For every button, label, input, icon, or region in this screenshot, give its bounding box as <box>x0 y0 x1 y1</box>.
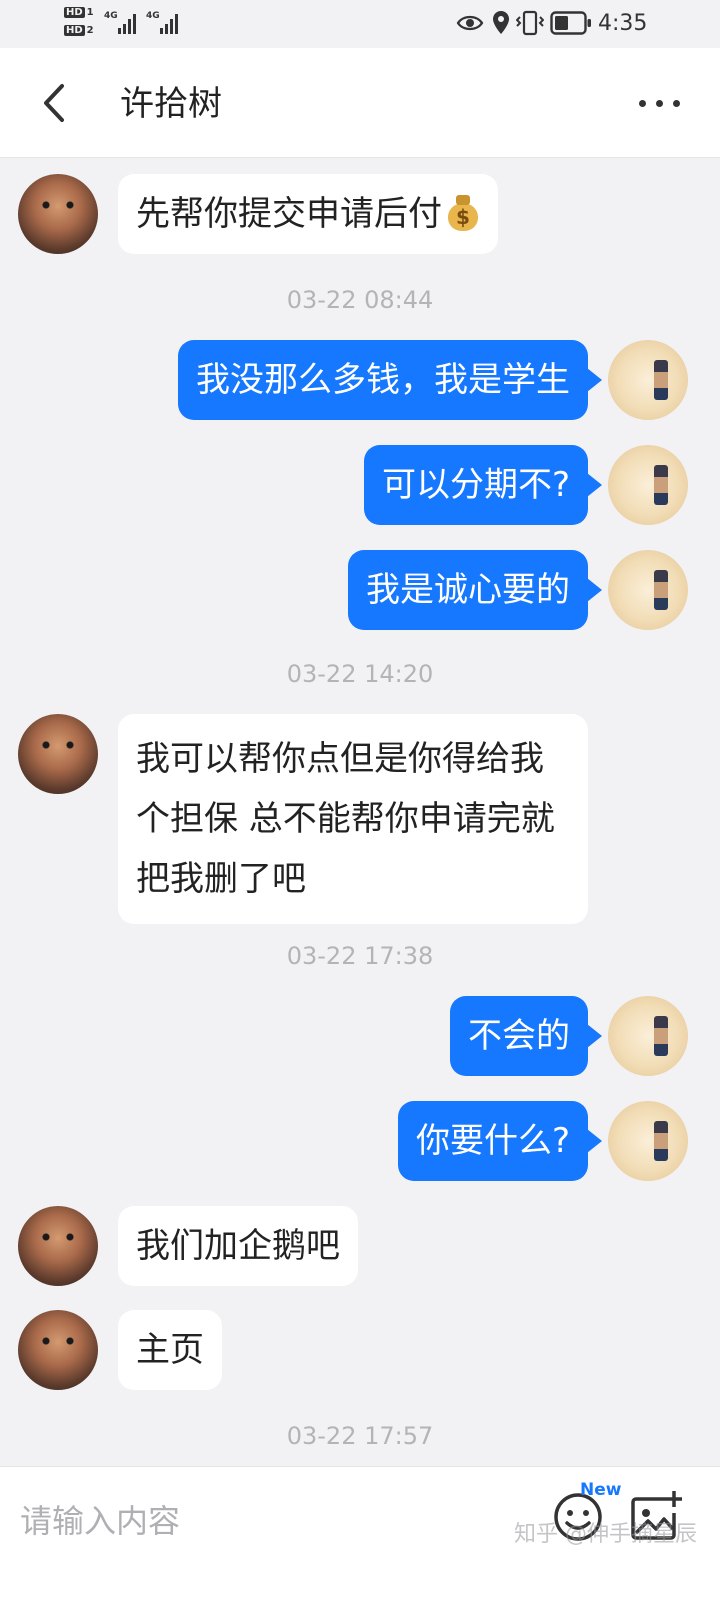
sim2-index: 2 <box>86 25 94 36</box>
vibrate-icon <box>516 10 544 36</box>
incoming-message-bubble[interactable]: 我们加企鹅吧 <box>118 1206 358 1286</box>
eye-icon <box>456 15 484 31</box>
watermark: 知乎 @伸手摘星辰 <box>514 1522 697 1547</box>
signal-1-icon: 4G <box>104 12 144 34</box>
chat-title: 许拾树 <box>120 84 222 124</box>
incoming-message-bubble[interactable]: 我可以帮你点但是你得给我个担保 总不能帮你申请完就把我删了吧 <box>118 714 588 924</box>
new-badge: New <box>580 1480 622 1500</box>
signal-2-icon: 4G <box>146 12 186 34</box>
chat-header: 许拾树 <box>0 48 720 158</box>
incoming-message-bubble[interactable]: 先帮你提交申请后付 <box>118 174 498 254</box>
message-text: 主页 <box>136 1330 204 1370</box>
message-input[interactable] <box>20 1489 520 1553</box>
timestamp: 03-22 14:20 <box>286 660 434 688</box>
sim2-label: HD <box>64 25 85 36</box>
back-button[interactable] <box>30 72 80 134</box>
status-time: 4:35 <box>598 11 648 36</box>
message-text: 我没那么多钱，我是学生 <box>196 360 570 400</box>
outgoing-message-bubble[interactable]: 可以分期不? <box>363 445 603 525</box>
my-avatar[interactable] <box>608 445 688 525</box>
sim1-tag: HD 1 <box>64 6 100 19</box>
more-dot-icon <box>673 100 680 107</box>
outgoing-message-bubble[interactable]: 你要什么? <box>397 1101 603 1181</box>
my-avatar[interactable] <box>608 996 688 1076</box>
money-bag-icon <box>446 195 480 231</box>
timestamp: 03-22 17:38 <box>286 942 434 970</box>
battery-icon <box>550 11 591 35</box>
outgoing-message-bubble[interactable]: 不会的 <box>450 996 602 1076</box>
contact-avatar[interactable] <box>18 1310 98 1390</box>
sim2-tag: HD 2 <box>64 24 100 37</box>
contact-avatar[interactable] <box>18 714 98 794</box>
status-bar: HD 1 HD 2 4G 4G 4:35 <box>0 0 720 48</box>
message-text: 可以分期不? <box>381 465 570 505</box>
more-dot-icon <box>656 100 663 107</box>
outgoing-message-bubble[interactable]: 我没那么多钱，我是学生 <box>178 340 602 420</box>
my-avatar[interactable] <box>608 1101 688 1181</box>
message-text: 先帮你提交申请后付 <box>136 194 442 234</box>
more-dot-icon <box>639 100 646 107</box>
message-text: 不会的 <box>468 1016 570 1056</box>
message-text: 我是诚心要的 <box>366 570 570 610</box>
my-avatar[interactable] <box>608 340 688 420</box>
timestamp: 03-22 08:44 <box>286 286 434 314</box>
timestamp: 03-22 17:57 <box>286 1422 434 1450</box>
outgoing-message-bubble[interactable]: 我是诚心要的 <box>348 550 602 630</box>
network2-label: 4G <box>146 11 160 21</box>
my-avatar[interactable] <box>608 550 688 630</box>
contact-avatar[interactable] <box>18 1206 98 1286</box>
message-text: 我们加企鹅吧 <box>136 1226 340 1266</box>
network1-label: 4G <box>104 11 118 21</box>
sim1-index: 1 <box>86 7 94 18</box>
message-text: 我可以帮你点但是你得给我个担保 总不能帮你申请完就把我删了吧 <box>136 739 555 899</box>
message-text: 你要什么? <box>415 1121 570 1161</box>
location-icon <box>493 11 509 34</box>
more-options-button[interactable] <box>630 78 690 128</box>
sim-indicators: HD 1 HD 2 <box>64 6 100 42</box>
message-list[interactable]: 先帮你提交申请后付 03-22 08:44 我没那么多钱，我是学生 可以分期不?… <box>0 158 720 1466</box>
sim1-label: HD <box>64 7 85 18</box>
chevron-left-icon <box>44 84 64 122</box>
contact-avatar[interactable] <box>18 174 98 254</box>
incoming-message-bubble[interactable]: 主页 <box>118 1310 222 1390</box>
